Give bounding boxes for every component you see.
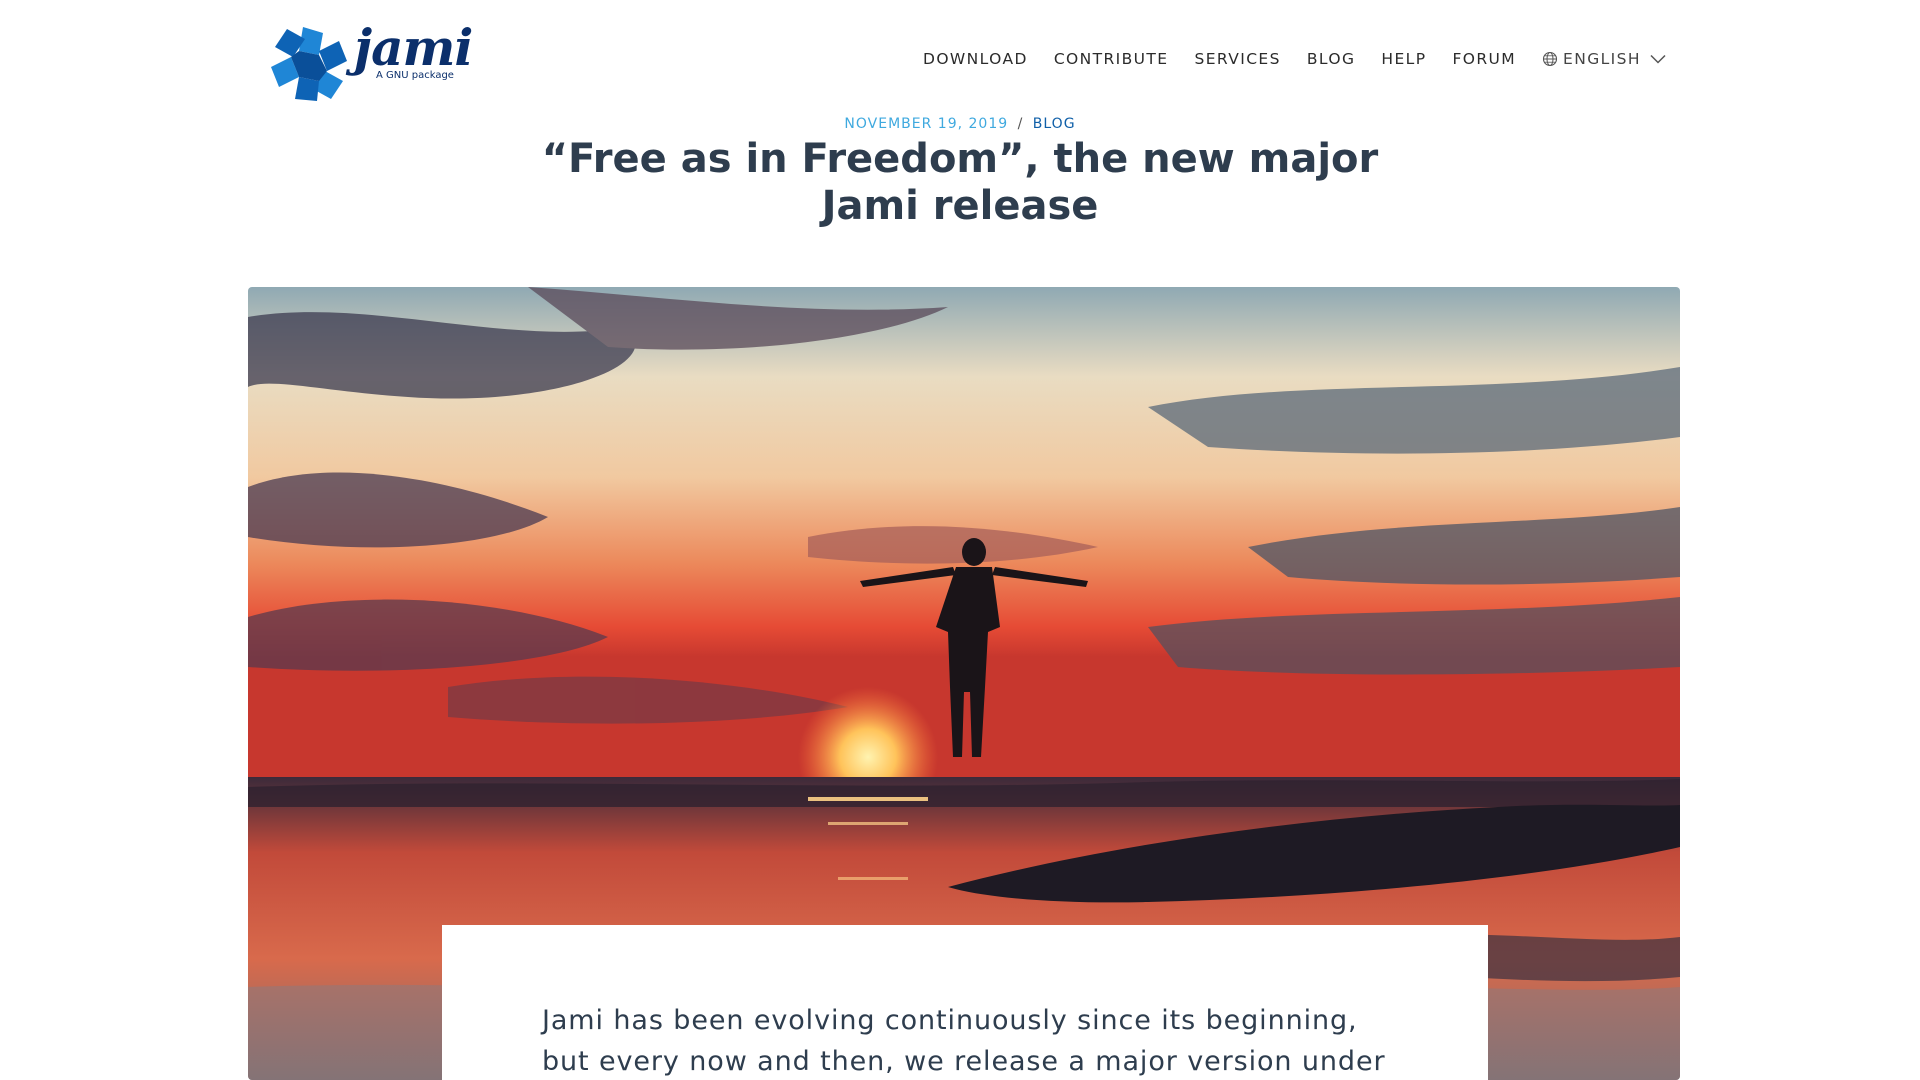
post-date: NOVEMBER 19, 2019: [844, 116, 1009, 132]
brand-tagline: A GNU package: [376, 70, 454, 81]
nav-help[interactable]: HELP: [1381, 50, 1426, 68]
globe-icon: [1542, 51, 1558, 67]
meta-separator: /: [1017, 116, 1024, 132]
language-selector[interactable]: ENGLISH: [1542, 50, 1666, 68]
logo-wordmark: jami A GNU package: [354, 18, 474, 102]
article-card: Jami has been evolving continuously sinc…: [442, 925, 1488, 1080]
jami-logo-icon: [271, 27, 347, 101]
nav-contribute[interactable]: CONTRIBUTE: [1054, 50, 1169, 68]
main-nav: DOWNLOAD CONTRIBUTE SERVICES BLOG HELP F…: [923, 48, 1666, 70]
post-meta: NOVEMBER 19, 2019 / BLOG: [0, 116, 1920, 132]
post-category-link[interactable]: BLOG: [1033, 116, 1076, 132]
jami-logo-link[interactable]: jami A GNU package: [268, 18, 474, 102]
article-lead-paragraph: Jami has been evolving continuously sinc…: [542, 1005, 1386, 1077]
post-title: “Free as in Freedom”, the new major Jami…: [541, 136, 1379, 229]
nav-download[interactable]: DOWNLOAD: [923, 50, 1028, 68]
nav-services[interactable]: SERVICES: [1194, 50, 1280, 68]
nav-blog[interactable]: BLOG: [1307, 50, 1356, 68]
chevron-down-icon: [1650, 54, 1666, 64]
language-label: ENGLISH: [1563, 50, 1641, 68]
brand-name: jami: [354, 18, 473, 77]
nav-forum[interactable]: FORUM: [1452, 50, 1516, 68]
site-header: jami A GNU package DOWNLOAD CONTRIBUTE S…: [0, 0, 1920, 110]
